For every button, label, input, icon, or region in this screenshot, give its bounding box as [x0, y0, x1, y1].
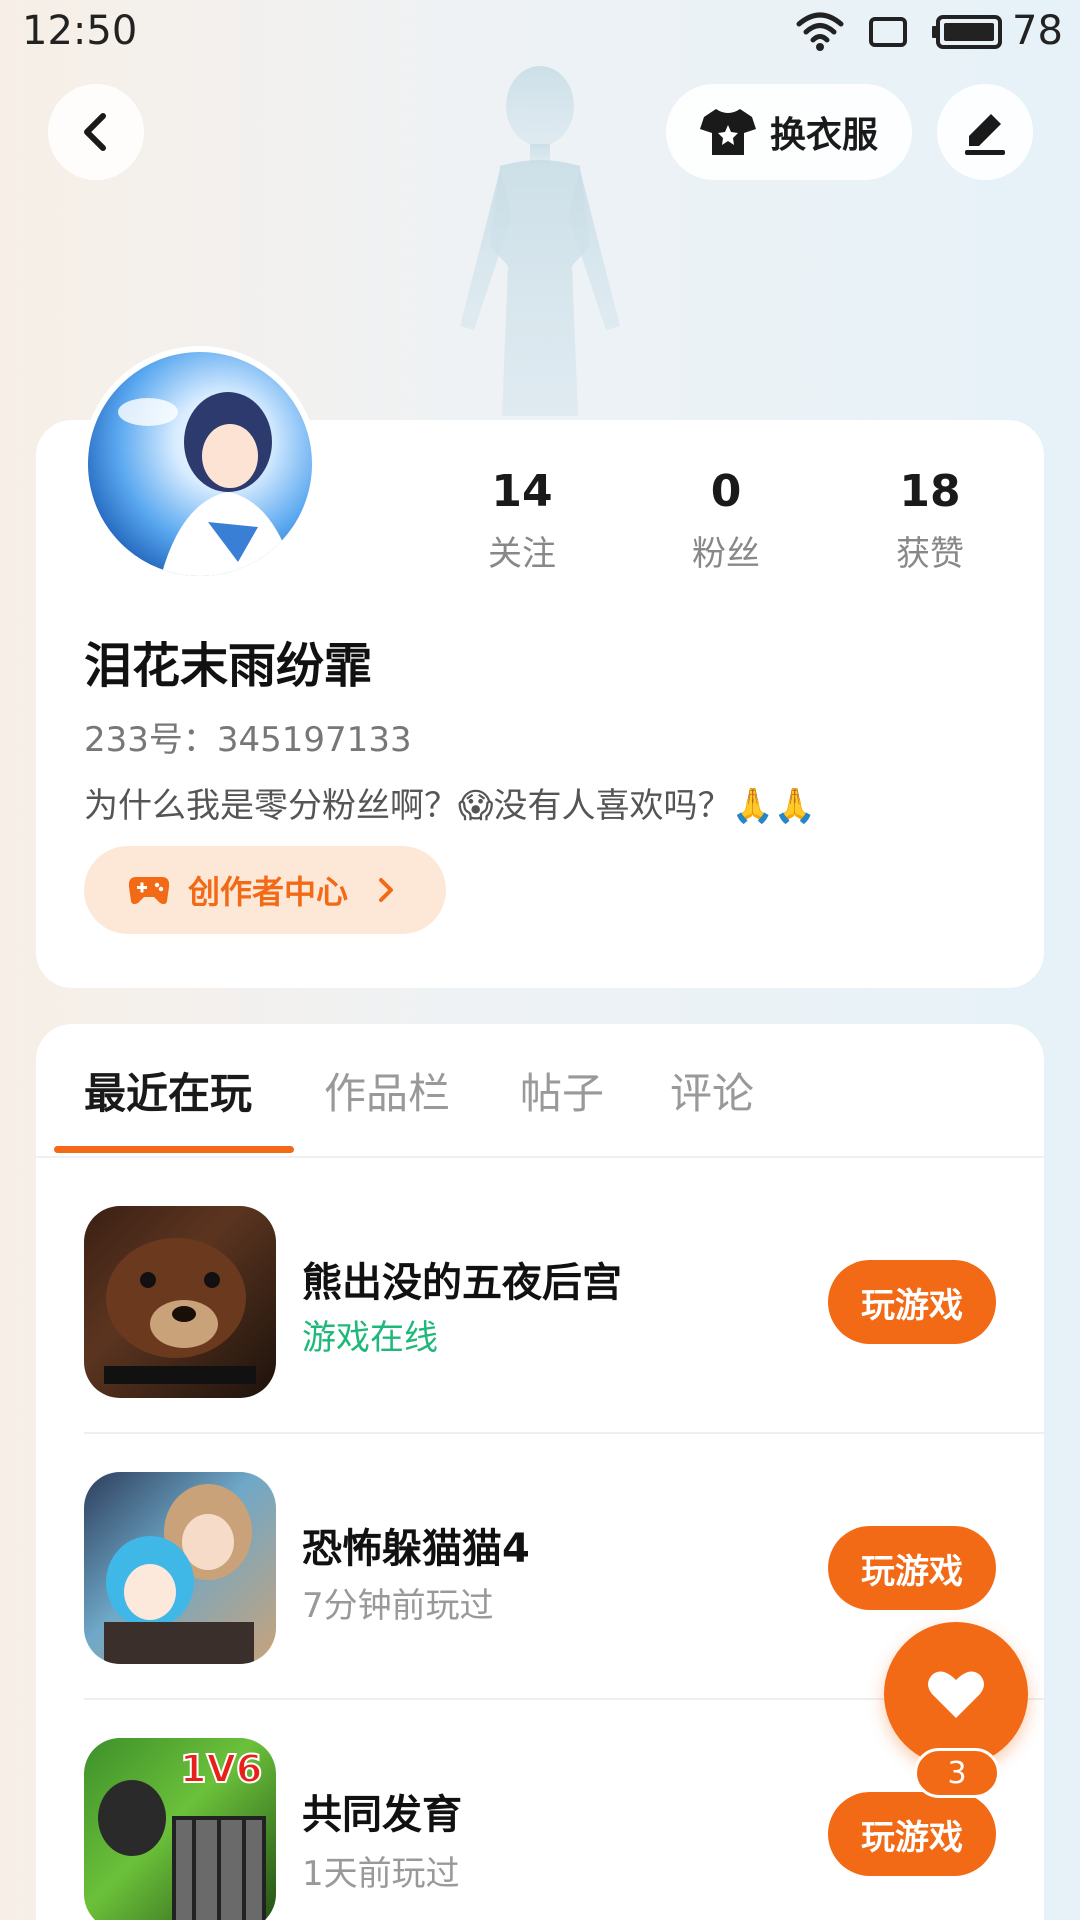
chevron-right-icon — [379, 878, 394, 902]
game-badge-text: 1V6 — [180, 1747, 262, 1791]
battery-icon — [932, 15, 1002, 49]
play-game-button[interactable]: 玩游戏 — [828, 1792, 996, 1876]
edit-profile-button[interactable] — [937, 84, 1033, 180]
game-status: 7分钟前玩过 — [302, 1586, 494, 1626]
stat-likes[interactable]: 18 获赞 — [860, 466, 1000, 575]
avatar-3d-figure — [460, 66, 620, 416]
creator-center-button[interactable]: 创作者中心 — [84, 846, 446, 934]
game-name: 恐怖躲猫猫4 — [302, 1526, 530, 1572]
screen-icon — [869, 17, 907, 47]
stat-following[interactable]: 14 关注 — [452, 466, 592, 575]
tab-posts[interactable]: 帖子 — [520, 1060, 604, 1121]
gamepad-icon — [128, 877, 170, 905]
tab-recently-played[interactable]: 最近在玩 — [84, 1060, 252, 1121]
hide-seek-game-art — [104, 1484, 254, 1664]
game-status: 游戏在线 — [302, 1318, 438, 1358]
user-bio: 为什么我是零分粉丝啊？😱没有人喜欢吗？🙏🙏 — [84, 786, 817, 826]
heart-icon — [928, 1671, 984, 1718]
stat-likes-value: 18 — [899, 466, 961, 517]
stat-followers[interactable]: 0 粉丝 — [656, 466, 796, 575]
game-icon[interactable]: 1V6 — [84, 1738, 276, 1920]
creator-center-label: 创作者中心 — [188, 873, 349, 911]
row-divider — [84, 1432, 1044, 1434]
change-outfit-button[interactable]: 换衣服 — [666, 84, 912, 180]
stat-following-value: 14 — [491, 466, 553, 517]
play-game-button[interactable]: 玩游戏 — [828, 1526, 996, 1610]
status-time: 12:50 — [22, 8, 138, 54]
tab-active-indicator — [54, 1146, 294, 1153]
tab-comments[interactable]: 评论 — [670, 1060, 754, 1121]
stat-followers-value: 0 — [710, 466, 742, 517]
change-outfit-label: 换衣服 — [769, 115, 878, 156]
tshirt-icon — [699, 109, 756, 155]
battery-level: 78 — [1012, 8, 1063, 54]
edit-pencil-icon — [965, 114, 1005, 155]
wifi-icon — [796, 12, 844, 51]
user-id: 233号：345197133 — [84, 720, 412, 760]
play-game-button[interactable]: 玩游戏 — [828, 1260, 996, 1344]
username: 泪花末雨纷霏 — [84, 638, 373, 694]
game-status: 1天前玩过 — [302, 1854, 460, 1894]
game-name: 熊出没的五夜后宫 — [302, 1260, 622, 1306]
bear-game-art — [104, 1238, 256, 1384]
grow-together-game-art: 1V6 — [98, 1746, 266, 1920]
like-count-badge: 3 — [914, 1748, 1000, 1798]
back-arrow-icon — [84, 113, 106, 151]
tabs-divider — [36, 1156, 1044, 1158]
like-fab-button[interactable] — [884, 1622, 1028, 1766]
stat-likes-label: 获赞 — [896, 534, 964, 574]
back-button[interactable] — [48, 84, 144, 180]
user-avatar[interactable] — [82, 346, 318, 582]
tab-works[interactable]: 作品栏 — [324, 1060, 450, 1121]
game-icon[interactable] — [84, 1472, 276, 1664]
game-icon[interactable] — [84, 1206, 276, 1398]
game-name: 共同发育 — [302, 1792, 462, 1838]
stat-following-label: 关注 — [488, 534, 556, 574]
stat-followers-label: 粉丝 — [692, 534, 760, 574]
status-bar: 12:50 78 — [0, 0, 1080, 66]
